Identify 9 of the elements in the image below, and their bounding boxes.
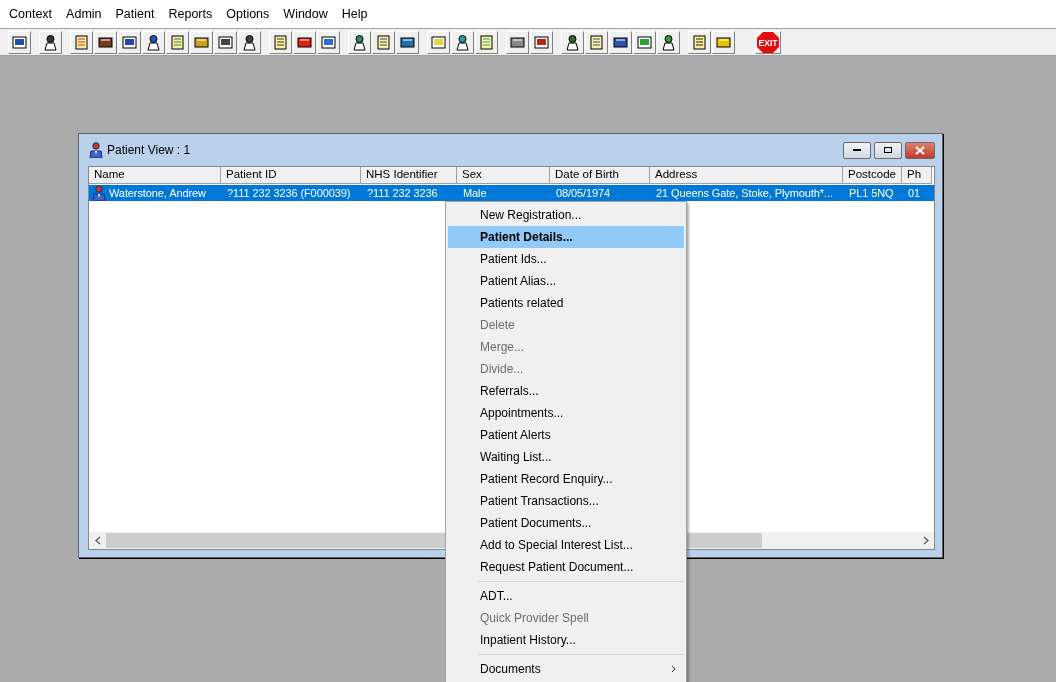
table-cell-text: 21 Queens Gate, Stoke, Plymouth*... xyxy=(655,187,834,199)
table-cell-text: 08/05/1974 xyxy=(555,187,612,199)
table-cell-text: ?111 232 3236 (F000039) xyxy=(226,187,352,199)
table-cell-text: ?111 232 3236 xyxy=(366,187,439,199)
table-cell-text: PL1 5NQ xyxy=(848,187,895,199)
table-cell-text: 01 xyxy=(907,187,922,199)
table-cell: Waterstone, Andrew xyxy=(89,185,221,201)
table-cell-text: Male xyxy=(462,187,488,199)
window-title: Patient View : 1 xyxy=(107,143,192,157)
